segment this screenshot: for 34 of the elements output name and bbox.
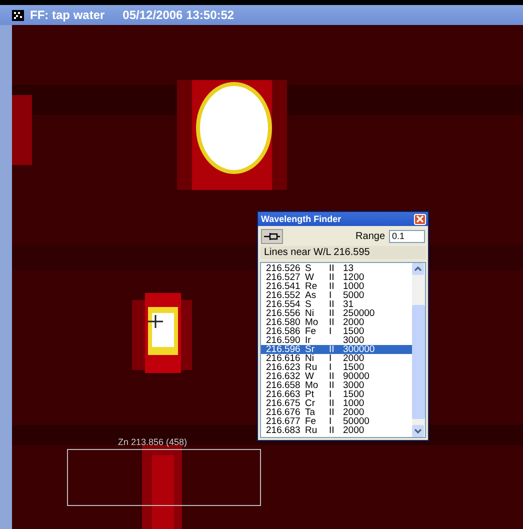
crosshair-cursor-icon — [148, 315, 163, 328]
scrollbar[interactable] — [412, 263, 425, 437]
line-row[interactable]: 216.556 Ni II 250000 — [261, 309, 412, 318]
line-row[interactable]: 216.580 Mo II 2000 — [261, 318, 412, 327]
line-row[interactable]: 216.590 Ir 3000 — [261, 336, 412, 345]
pin-button[interactable] — [261, 228, 283, 244]
line-row[interactable]: 216.658 Mo II 3000 — [261, 381, 412, 390]
app-icon — [12, 10, 24, 20]
region-label: Zn 213.856 (458) — [118, 437, 188, 447]
close-button[interactable] — [414, 214, 426, 224]
scroll-up-icon[interactable] — [412, 263, 424, 275]
lines-near-label: Lines near W/L 216.595 — [260, 246, 426, 259]
scroll-down-icon[interactable] — [412, 425, 424, 437]
line-row[interactable]: 216.663 Pt I 1500 — [261, 390, 412, 399]
range-label: Range — [354, 230, 385, 242]
line-row[interactable]: 216.623 Ru I 1500 — [261, 363, 412, 372]
line-row[interactable]: 216.596 Sr II 300000 — [261, 345, 412, 354]
line-row[interactable]: 216.526 S II 13 — [261, 264, 412, 273]
dialog-title: Wavelength Finder — [261, 214, 342, 224]
line-row[interactable]: 216.677 Fe I 50000 — [261, 417, 412, 426]
line-row[interactable]: 216.527 W II 1200 — [261, 273, 412, 282]
line-row[interactable]: 216.676 Ta II 2000 — [261, 408, 412, 417]
pin-icon — [264, 232, 280, 240]
line-row[interactable]: 216.541 Re II 1000 — [261, 282, 412, 291]
timestamp: 05/12/2006 13:50:52 — [122, 8, 234, 22]
line-row[interactable]: 216.675 Cr II 1000 — [261, 399, 412, 408]
window-title: FF: tap water — [30, 8, 105, 22]
range-field[interactable]: 0.1 — [389, 230, 425, 242]
line-row[interactable]: 216.552 As I 5000 — [261, 291, 412, 300]
line-row[interactable]: 216.632 W II 90000 — [261, 372, 412, 381]
line-row[interactable]: 216.554 S II 31 — [261, 300, 412, 309]
line-row[interactable]: 216.683 Ru II 2000 — [261, 426, 412, 435]
line-row[interactable]: 216.586 Fe I 1500 — [261, 327, 412, 336]
line-row[interactable]: 216.616 Ni I 2000 — [261, 354, 412, 363]
